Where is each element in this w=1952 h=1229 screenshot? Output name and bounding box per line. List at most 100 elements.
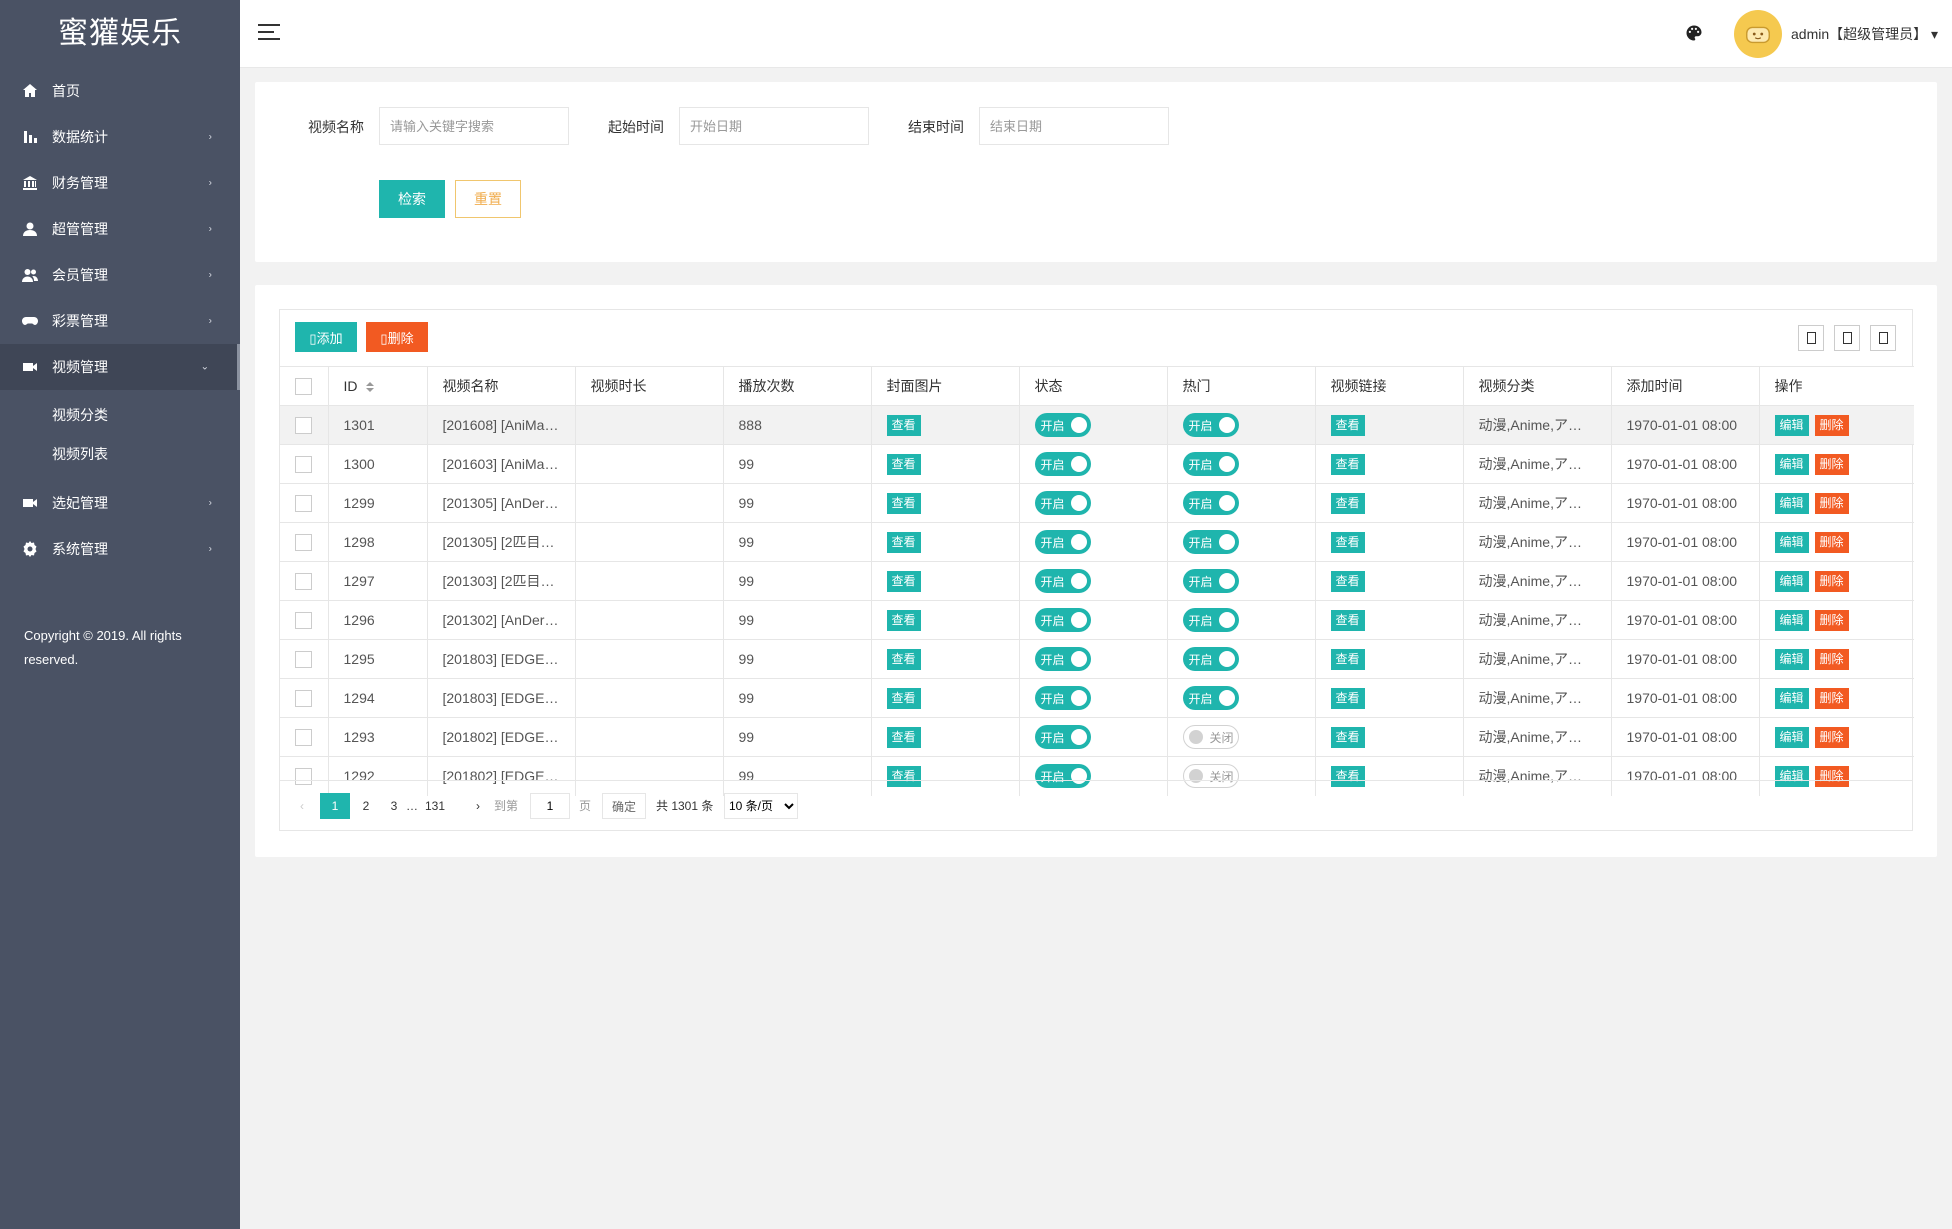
page-button-1[interactable]: 1 bbox=[320, 793, 350, 819]
edit-button[interactable]: 编辑 bbox=[1774, 414, 1809, 436]
status-toggle[interactable]: 开启 bbox=[1034, 686, 1091, 710]
hot-toggle[interactable]: 开启 bbox=[1182, 686, 1239, 710]
edit-button[interactable]: 编辑 bbox=[1774, 648, 1809, 670]
view-cover-button[interactable]: 查看 bbox=[886, 570, 921, 592]
hot-toggle[interactable]: 开启 bbox=[1182, 608, 1239, 632]
end-date-input[interactable] bbox=[979, 107, 1169, 145]
status-toggle[interactable]: 开启 bbox=[1034, 569, 1091, 593]
edit-button[interactable]: 编辑 bbox=[1774, 492, 1809, 514]
search-button[interactable]: 检索 bbox=[379, 180, 445, 218]
view-link-button[interactable]: 查看 bbox=[1330, 453, 1365, 475]
status-toggle[interactable]: 开启 bbox=[1034, 608, 1091, 632]
sidebar-item-2[interactable]: 财务管理 › bbox=[0, 160, 240, 206]
view-link-button[interactable]: 查看 bbox=[1330, 609, 1365, 631]
status-toggle[interactable]: 开启 bbox=[1034, 530, 1091, 554]
view-link-button[interactable]: 查看 bbox=[1330, 531, 1365, 553]
row-checkbox[interactable] bbox=[295, 416, 312, 434]
hot-toggle[interactable]: 开启 bbox=[1182, 491, 1239, 515]
edit-button[interactable]: 编辑 bbox=[1774, 726, 1809, 748]
sidebar-item-0[interactable]: 首页 bbox=[0, 68, 240, 114]
user-menu[interactable]: admin【超级管理员】 ▾ bbox=[1791, 24, 1938, 44]
view-link-button[interactable]: 查看 bbox=[1330, 414, 1365, 436]
view-link-button[interactable]: 查看 bbox=[1330, 492, 1365, 514]
app-logo[interactable]: 蜜獾娱乐 bbox=[0, 0, 240, 68]
view-cover-button[interactable]: 查看 bbox=[886, 648, 921, 670]
sidebar-subitem-0[interactable]: 视频分类 bbox=[0, 396, 240, 435]
sidebar-item-6[interactable]: 视频管理 ⌄ bbox=[0, 344, 240, 390]
edit-button[interactable]: 编辑 bbox=[1774, 453, 1809, 475]
avatar[interactable] bbox=[1734, 10, 1782, 58]
start-date-input[interactable] bbox=[679, 107, 869, 145]
row-checkbox[interactable] bbox=[295, 533, 312, 551]
sidebar-item-4[interactable]: 会员管理 › bbox=[0, 252, 240, 298]
status-toggle[interactable]: 开启 bbox=[1034, 413, 1091, 437]
select-all-checkbox[interactable] bbox=[295, 377, 312, 395]
status-toggle[interactable]: 开启 bbox=[1034, 647, 1091, 671]
edit-button[interactable]: 编辑 bbox=[1774, 609, 1809, 631]
view-cover-button[interactable]: 查看 bbox=[886, 726, 921, 748]
row-checkbox[interactable] bbox=[295, 455, 312, 473]
view-link-button[interactable]: 查看 bbox=[1330, 648, 1365, 670]
column-header[interactable]: ID bbox=[328, 366, 428, 406]
hot-toggle[interactable]: 开启 bbox=[1182, 530, 1239, 554]
view-link-button[interactable]: 查看 bbox=[1330, 687, 1365, 709]
status-toggle[interactable]: 开启 bbox=[1034, 491, 1091, 515]
export-icon[interactable] bbox=[1834, 325, 1860, 351]
palette-icon[interactable] bbox=[1685, 24, 1703, 42]
view-cover-button[interactable]: 查看 bbox=[886, 687, 921, 709]
columns-filter-icon[interactable] bbox=[1798, 325, 1824, 351]
page-button-2[interactable]: 2 bbox=[360, 793, 372, 819]
video-name-input[interactable] bbox=[379, 107, 569, 145]
prev-page-button[interactable]: ‹ bbox=[296, 793, 308, 819]
delete-button[interactable]: 删除 bbox=[1814, 609, 1849, 631]
row-checkbox[interactable] bbox=[295, 572, 312, 590]
sidebar-subitem-1[interactable]: 视频列表 bbox=[0, 435, 240, 474]
status-toggle[interactable]: 开启 bbox=[1034, 725, 1091, 749]
delete-button[interactable]: 删除 bbox=[1814, 492, 1849, 514]
status-toggle[interactable]: 开启 bbox=[1034, 452, 1091, 476]
view-cover-button[interactable]: 查看 bbox=[886, 453, 921, 475]
menu-toggle-icon[interactable] bbox=[258, 24, 280, 42]
hot-toggle[interactable]: 关闭 bbox=[1182, 725, 1239, 749]
delete-button[interactable]: 删除 bbox=[1814, 414, 1849, 436]
sidebar-item-1[interactable]: 数据统计 › bbox=[0, 114, 240, 160]
hot-toggle[interactable]: 开启 bbox=[1182, 413, 1239, 437]
page-button-last[interactable]: 131 bbox=[424, 793, 446, 819]
view-cover-button[interactable]: 查看 bbox=[886, 414, 921, 436]
delete-button[interactable]: 删除 bbox=[1814, 531, 1849, 553]
print-icon[interactable] bbox=[1870, 325, 1896, 351]
edit-button[interactable]: 编辑 bbox=[1774, 531, 1809, 553]
batch-delete-button[interactable]: ▯删除 bbox=[366, 322, 428, 352]
hot-toggle[interactable]: 开启 bbox=[1182, 647, 1239, 671]
sidebar-item-5[interactable]: 彩票管理 › bbox=[0, 298, 240, 344]
view-link-button[interactable]: 查看 bbox=[1330, 570, 1365, 592]
hot-toggle[interactable]: 开启 bbox=[1182, 452, 1239, 476]
page-button-3[interactable]: 3 bbox=[388, 793, 400, 819]
view-cover-button[interactable]: 查看 bbox=[886, 609, 921, 631]
row-checkbox[interactable] bbox=[295, 650, 312, 668]
view-link-button[interactable]: 查看 bbox=[1330, 726, 1365, 748]
view-cover-button[interactable]: 查看 bbox=[886, 492, 921, 514]
view-cover-button[interactable]: 查看 bbox=[886, 531, 921, 553]
edit-button[interactable]: 编辑 bbox=[1774, 570, 1809, 592]
row-checkbox[interactable] bbox=[295, 494, 312, 512]
delete-button[interactable]: 删除 bbox=[1814, 453, 1849, 475]
goto-page-input[interactable] bbox=[530, 793, 570, 819]
reset-button[interactable]: 重置 bbox=[455, 180, 521, 218]
sidebar-item-7[interactable]: 选妃管理 › bbox=[0, 480, 240, 526]
row-checkbox[interactable] bbox=[295, 728, 312, 746]
edit-button[interactable]: 编辑 bbox=[1774, 687, 1809, 709]
add-button[interactable]: ▯添加 bbox=[295, 322, 357, 352]
sidebar-item-3[interactable]: 超管管理 › bbox=[0, 206, 240, 252]
delete-button[interactable]: 删除 bbox=[1814, 687, 1849, 709]
sidebar-item-8[interactable]: 系统管理 › bbox=[0, 526, 240, 572]
delete-button[interactable]: 删除 bbox=[1814, 648, 1849, 670]
delete-button[interactable]: 删除 bbox=[1814, 570, 1849, 592]
sort-icon[interactable] bbox=[365, 382, 374, 393]
row-checkbox[interactable] bbox=[295, 611, 312, 629]
page-size-select[interactable]: 10 条/页 bbox=[724, 793, 798, 819]
row-checkbox[interactable] bbox=[295, 689, 312, 707]
delete-button[interactable]: 删除 bbox=[1814, 726, 1849, 748]
goto-confirm-button[interactable]: 确定 bbox=[602, 793, 646, 819]
hot-toggle[interactable]: 开启 bbox=[1182, 569, 1239, 593]
